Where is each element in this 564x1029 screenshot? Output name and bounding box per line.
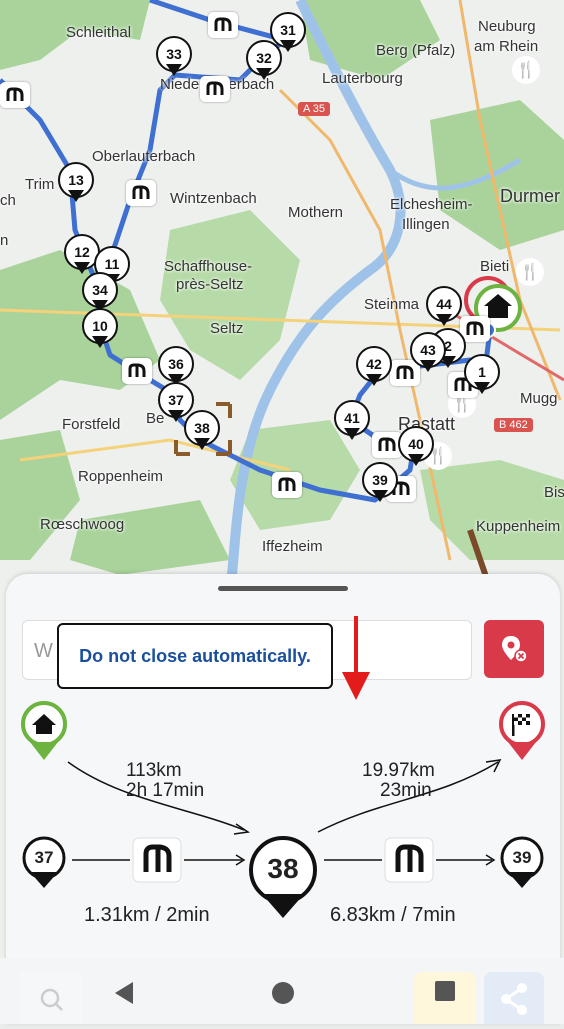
- nav-back-button[interactable]: [100, 972, 150, 1024]
- place-label: près-Seltz: [176, 276, 244, 293]
- place-label: Steinma: [364, 296, 420, 313]
- route-segment-icon: [122, 358, 152, 384]
- nav-home-button[interactable]: [258, 972, 308, 1024]
- leg-diagram: [21, 701, 545, 918]
- place-label: Schleithal: [66, 24, 132, 41]
- place-label: Trim: [25, 176, 55, 193]
- start-home-pin: [21, 701, 67, 760]
- route-segment-icon: [200, 76, 230, 102]
- pin-remove-icon: [502, 636, 528, 663]
- waypoint-pin[interactable]: 33: [156, 36, 192, 80]
- route-segment-icon: [208, 12, 238, 38]
- share-icon: [501, 983, 527, 1015]
- left-segment-info: 1.31km / 2min: [84, 904, 210, 926]
- place-label: Bis: [544, 484, 564, 501]
- place-label: Forstfeld: [62, 416, 121, 433]
- share-button[interactable]: [484, 972, 544, 1024]
- place-label: Elchesheim-: [390, 196, 473, 213]
- place-label: Berg (Pfalz): [376, 42, 456, 59]
- route-segment-icon: [272, 472, 302, 498]
- search-icon: [40, 988, 63, 1011]
- place-label: Iffezheim: [262, 538, 323, 555]
- next-leg-distance: 19.97km: [362, 760, 435, 781]
- remove-waypoint-button[interactable]: [484, 620, 544, 678]
- current-waypoint-number: 38: [267, 853, 299, 884]
- place-label: Bieti: [480, 258, 510, 275]
- route-segment-icon: [126, 180, 156, 206]
- place-label: Mugg: [520, 390, 558, 407]
- prev-waypoint-number: 37: [34, 848, 54, 867]
- sheet-drag-handle[interactable]: [218, 586, 348, 591]
- restaurant-icon[interactable]: 🍴: [516, 258, 544, 286]
- place-label: n: [0, 232, 9, 249]
- route-segment-icon: [0, 82, 30, 108]
- place-label: Schaffhouse-: [164, 258, 253, 275]
- recents-icon: [435, 981, 455, 1001]
- waypoint-pin[interactable]: 44: [426, 286, 462, 330]
- place-label: Illingen: [402, 216, 450, 233]
- restaurant-icon[interactable]: 🍴: [512, 56, 540, 84]
- waypoint-pin[interactable]: 39: [362, 462, 398, 506]
- waypoint-pin[interactable]: 32: [246, 40, 282, 84]
- place-label: Durmer: [500, 186, 561, 206]
- finish-flag-pin: [499, 701, 545, 760]
- place-label: Neuburg: [478, 18, 536, 35]
- place-label: Kuppenheim: [476, 518, 561, 535]
- place-label: Lauterbourg: [322, 70, 403, 87]
- place-label: Mothern: [288, 204, 344, 221]
- place-label: ch: [0, 192, 16, 209]
- waypoint-pin[interactable]: 42: [356, 346, 392, 390]
- waypoint-pin-selected[interactable]: 38: [184, 410, 220, 454]
- nav-recents-button[interactable]: [414, 972, 476, 1024]
- waypoint-pin[interactable]: 43: [410, 332, 446, 376]
- prev-leg-distance: 113km: [126, 760, 182, 781]
- waypoint-pin[interactable]: 13: [58, 162, 94, 206]
- place-label: Roppenheim: [78, 468, 164, 485]
- place-label: Oberlauterbach: [92, 148, 196, 165]
- place-label: Wintzenbach: [170, 190, 257, 207]
- right-segment-info: 6.83km / 7min: [330, 904, 456, 926]
- road-shield: A 35: [298, 102, 331, 116]
- tooltip-do-not-close: Do not close automatically.: [57, 623, 333, 689]
- waypoint-pin[interactable]: 41: [334, 400, 370, 444]
- next-leg-time: 23min: [380, 780, 432, 801]
- back-icon: [115, 982, 133, 1004]
- road-shield: B 462: [494, 418, 533, 432]
- next-waypoint-number: 39: [512, 848, 532, 867]
- home-circle-icon: [272, 982, 294, 1004]
- search-button[interactable]: [20, 972, 82, 1024]
- place-label: Seltz: [210, 320, 244, 337]
- search-placeholder: W: [34, 640, 53, 662]
- place-label: Rœschwoog: [40, 516, 125, 533]
- place-label: am Rhein: [474, 38, 539, 55]
- waypoint-pin[interactable]: 10: [82, 308, 118, 352]
- waypoint-pin[interactable]: 40: [398, 426, 434, 470]
- prev-leg-time: 2h 17min: [126, 780, 205, 801]
- waypoint-pin[interactable]: 1: [464, 354, 500, 398]
